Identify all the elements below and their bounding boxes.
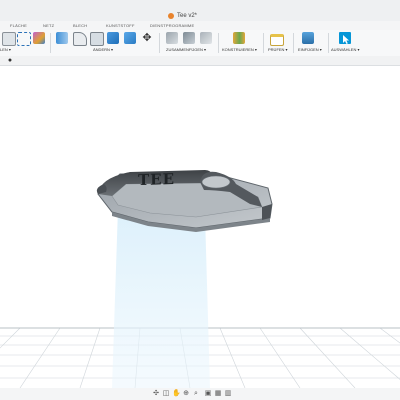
look-at-icon[interactable]: ◫ — [162, 390, 170, 398]
orbit-icon[interactable]: ✣ — [152, 390, 160, 398]
select-arrow-icon[interactable] — [339, 32, 351, 44]
group-label-insert[interactable]: EINFÜGEN ▾ — [298, 47, 322, 52]
zoom-icon[interactable]: ⊕ — [182, 390, 190, 398]
group-label-create[interactable]: LEN ▾ — [0, 47, 11, 52]
selection-projection — [112, 208, 210, 388]
workspace-tab-row — [0, 21, 400, 30]
fit-icon[interactable]: ⌕ — [192, 390, 200, 398]
model-emboss-text: TEE — [138, 170, 175, 189]
plane-icon[interactable] — [233, 32, 245, 44]
extrude-icon[interactable] — [2, 32, 16, 46]
document-tab[interactable]: Tee v2* — [168, 11, 197, 21]
3d-viewport[interactable]: TEE — [0, 66, 400, 388]
press-pull-icon[interactable] — [56, 32, 68, 44]
fillet-icon[interactable] — [73, 32, 87, 46]
tab-dienstprogramme[interactable]: DIENSTPROGRAMME — [150, 23, 194, 28]
group-label-inspect[interactable]: PRÜFEN ▾ — [268, 47, 288, 52]
measure-icon[interactable] — [270, 34, 284, 46]
joint-icon[interactable] — [166, 32, 178, 44]
tab-flaeche[interactable]: FLÄCHE — [10, 23, 27, 28]
viewports-icon[interactable]: ▥ — [224, 390, 232, 398]
tab-blech[interactable]: BLECH — [73, 23, 87, 28]
pan-icon[interactable]: ✋ — [172, 390, 181, 398]
group-label-assemble[interactable]: ZUSAMMENFÜGEN ▾ — [166, 47, 206, 52]
as-built-joint-icon[interactable] — [183, 32, 195, 44]
select-arrow-glyph — [343, 35, 349, 44]
grid-icon[interactable]: ▦ — [214, 390, 222, 398]
form-icon[interactable] — [33, 32, 45, 44]
toolbar-separator — [159, 33, 160, 53]
viewport-canvas: TEE — [0, 170, 400, 388]
move-icon[interactable]: ✥ — [141, 32, 153, 44]
browser-toggle-icon[interactable]: ● — [5, 57, 15, 64]
replace-face-icon[interactable] — [124, 32, 136, 44]
document-icon — [168, 13, 174, 19]
document-title: Tee v2* — [177, 13, 198, 19]
sketch-icon[interactable] — [17, 32, 31, 46]
navigation-bar — [0, 388, 400, 400]
group-label-modify[interactable]: ÄNDERN ▾ — [93, 47, 113, 52]
tab-netz[interactable]: NETZ — [43, 23, 54, 28]
model-post-top — [201, 175, 231, 189]
browser-bar — [0, 56, 400, 66]
display-mode-icon[interactable]: ▣ — [204, 390, 212, 398]
tab-kunststoff[interactable]: KUNSTSTOFF — [106, 23, 135, 28]
insert-image-icon[interactable] — [302, 32, 314, 44]
group-label-construct[interactable]: KONSTRUIEREN ▾ — [222, 47, 257, 52]
toolbar-separator — [328, 33, 329, 53]
toolbar-separator — [50, 33, 51, 53]
toolbar-separator — [293, 33, 294, 53]
group-label-select[interactable]: AUSWÄHLEN ▾ — [331, 47, 359, 52]
title-bar — [0, 0, 400, 21]
toolbar-separator — [218, 33, 219, 53]
shell-icon[interactable] — [90, 32, 104, 46]
toolbar-separator — [263, 33, 264, 53]
rigid-group-icon[interactable] — [200, 32, 212, 44]
combine-icon[interactable] — [107, 32, 119, 44]
